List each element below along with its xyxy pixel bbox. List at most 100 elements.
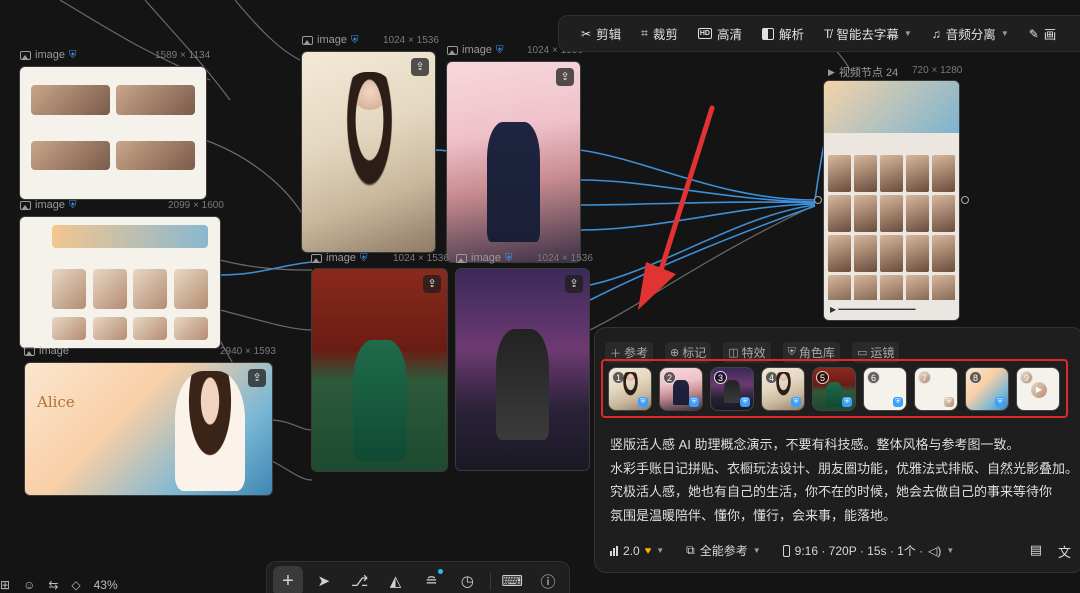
toolbar-label: 智能去字幕 <box>836 28 899 42</box>
toolbar-cut-button[interactable]: ✂ 剪辑 <box>571 24 631 43</box>
thumbnail-number: 2 <box>663 370 676 384</box>
assets-button[interactable]: ≘ <box>417 566 447 593</box>
thumbnail-number: 6 <box>867 370 880 384</box>
reference-thumbnail[interactable]: 6 ⛨ <box>863 366 907 411</box>
add-node-button[interactable]: + <box>273 566 303 593</box>
reference-thumbnail[interactable]: 8 ⛨ <box>965 366 1009 411</box>
toolbar-audio-split-button[interactable]: ♫ 音频分离 ▼ <box>922 24 1019 43</box>
stack-icon: ≘ <box>425 573 438 590</box>
tag-icon[interactable]: ◇ <box>71 578 80 592</box>
crop-icon: ⌗ <box>641 26 648 40</box>
history-button[interactable]: ◷ <box>452 566 482 593</box>
prompt-line: 氛围是温暖陪伴、懂你，懂行，会来事，能落地。 <box>610 507 897 523</box>
reference-thumbnail[interactable]: 9 ▶ <box>1016 366 1060 411</box>
shield-icon: ⛨ <box>689 396 699 407</box>
prompt-line: 水彩手账日记拼贴、衣橱玩法设计、朋友圈功能，优雅法式排版、自然光影叠加。 <box>610 460 1079 476</box>
toolbar-analyze-button[interactable]: 解析 <box>752 24 814 43</box>
document-icon[interactable]: ▤ <box>1030 542 1042 561</box>
keyboard-icon: ⌨ <box>501 573 524 590</box>
reference-mode-select[interactable]: ⧉ 全能参考 ▼ <box>686 542 761 559</box>
keyboard-button[interactable]: ⌨ <box>497 566 527 593</box>
help-button[interactable]: ⓘ <box>533 566 563 593</box>
prompt-line: 究极活人感，她也有自己的生活，你不在的时候，她会去做自己的事来等待你 <box>610 484 1053 499</box>
notification-dot <box>438 569 444 574</box>
reference-thumbnail[interactable]: 2 ⛨ <box>659 366 703 411</box>
chevron-down-icon: ▼ <box>946 546 955 555</box>
shapes-button[interactable]: ◭ <box>381 566 411 593</box>
bar-chart-icon <box>610 545 618 556</box>
toolbar-hd-button[interactable]: HD 高清 <box>688 24 752 43</box>
play-icon: ▶ <box>1031 381 1047 398</box>
shield-icon: ⛨ <box>787 346 796 358</box>
toolbar-label: 解析 <box>779 28 805 42</box>
half-square-icon <box>762 27 774 40</box>
shield-icon: ⛨ <box>740 396 750 407</box>
chevron-down-icon: ▼ <box>1000 29 1009 38</box>
thumbnail-number: 1 <box>612 370 625 384</box>
reference-thumbnail[interactable]: 1 ⛨ <box>608 366 652 411</box>
shield-icon: ⛨ <box>638 396 648 407</box>
reference-image-strip: 1 ⛨ 2 ⛨ 3 ⛨ 4 ⛨ 5 ⛨ 6 ⛨ 7 ⛨ 8 ⛨ 9 ▶ <box>601 359 1068 418</box>
select-tool-button[interactable]: ➤ <box>309 566 339 593</box>
shield-icon: ⛨ <box>842 396 852 407</box>
heart-icon: ♥ <box>644 544 652 557</box>
thumbnail-number: 9 <box>1020 370 1033 384</box>
prompt-input[interactable]: 竖版活人感 AI 助理概念演示，不要有科技感。整体风格与参考图一致。 水彩手账日… <box>610 433 1079 527</box>
model-version-select[interactable]: 2.0 ♥ ▼ <box>610 544 664 558</box>
reference-thumbnail[interactable]: 3 ⛨ <box>710 366 754 411</box>
chevron-down-icon: ▼ <box>752 546 761 555</box>
zoom-level[interactable]: 43% <box>94 578 118 592</box>
shield-icon: ⛨ <box>995 396 1005 407</box>
grid-icon[interactable]: ⊞ <box>0 578 10 592</box>
translate-icon[interactable]: 文 <box>1058 542 1071 561</box>
reference-mode-icon: ⧉ <box>686 543 695 557</box>
generation-panel: ＋ 参考 ⊕ 标记 ◫ 特效 ⛨ 角色库 ▭ 运镜 1 ⛨ 2 ⛨ 3 ⛨ 4 ⛨ 5 ⛨… <box>594 327 1080 573</box>
toolbar-remove-subtitles-button[interactable]: T̸ 智能去字幕 ▼ <box>814 24 922 43</box>
panel-settings-row: 2.0 ♥ ▼ ⧉ 全能参考 ▼ 9:16 · 720P · 15s · 1个 … <box>610 542 1080 559</box>
thumbnail-number: 8 <box>969 370 982 384</box>
toolbar-edit-button[interactable]: ✎ 画 <box>1019 24 1067 43</box>
canvas-status: ⊞ ☺ ⇆ ◇ 43% <box>0 578 118 592</box>
bottom-dock: + ➤ ⎇ ◭ ≘ ◷ ⌨ ⓘ <box>266 561 570 593</box>
prompt-line: 竖版活人感 AI 助理概念演示，不要有科技感。整体风格与参考图一致。 <box>610 437 1020 452</box>
clock-icon: ◷ <box>460 573 474 590</box>
hd-icon: HD <box>697 28 712 39</box>
panel-actions: ▤ 文 <box>1030 542 1071 561</box>
output-settings-select[interactable]: 9:16 · 720P · 15s · 1个 · ◁) ▼ <box>782 542 955 559</box>
shield-icon: ⛨ <box>893 396 903 407</box>
toolbar-label: 高清 <box>716 28 742 42</box>
shield-icon: ⛨ <box>944 396 954 407</box>
video-icon: ▭ <box>856 347 868 359</box>
toolbar-label: 剪辑 <box>596 28 622 42</box>
reference-mode-value: 全能参考 <box>699 544 748 558</box>
reference-thumbnail[interactable]: 5 ⛨ <box>812 366 856 411</box>
link-icon[interactable]: ⇆ <box>48 578 58 592</box>
shapes-icon: ◭ <box>389 573 402 590</box>
chevron-down-icon: ▼ <box>903 29 912 38</box>
media-toolbar: ✂ 剪辑 ⌗ 裁剪 HD 高清 解析 T̸ 智能去字幕 ▼ ♫ 音频分离 ▼ ✎… <box>558 15 1080 52</box>
output-settings-value: 9:16 · 720P · 15s · 1个 · <box>794 544 924 558</box>
thumbnail-number: 3 <box>714 370 727 384</box>
plus-icon: + <box>282 569 294 592</box>
chevron-down-icon: ▼ <box>656 546 665 555</box>
audio-split-icon: ♫ <box>931 26 941 41</box>
camera-icon: ◫ <box>728 347 739 359</box>
model-version-value: 2.0 <box>623 543 640 558</box>
thumbnail-number: 5 <box>816 370 829 384</box>
aspect-ratio-icon <box>782 544 790 557</box>
help-icon: ⓘ <box>540 573 556 591</box>
scissors-icon: ✂ <box>581 26 592 41</box>
cursor-icon: ➤ <box>317 573 331 590</box>
toolbar-label: 裁剪 <box>652 28 678 42</box>
nodes-icon: ⎇ <box>351 573 369 590</box>
toolbar-crop-button[interactable]: ⌗ 裁剪 <box>631 24 688 43</box>
toolbar-label: 画 <box>1043 28 1057 42</box>
person-icon[interactable]: ☺ <box>23 578 35 592</box>
shield-icon: ⛨ <box>791 396 801 407</box>
speaker-icon: ◁) <box>928 543 942 558</box>
tag-icon: ⊕ <box>670 347 680 359</box>
reference-thumbnail[interactable]: 7 ⛨ <box>914 366 958 411</box>
text-remove-icon: T̸ <box>824 26 832 41</box>
reference-thumbnail[interactable]: 4 ⛨ <box>761 366 805 411</box>
workflow-button[interactable]: ⎇ <box>345 566 375 593</box>
